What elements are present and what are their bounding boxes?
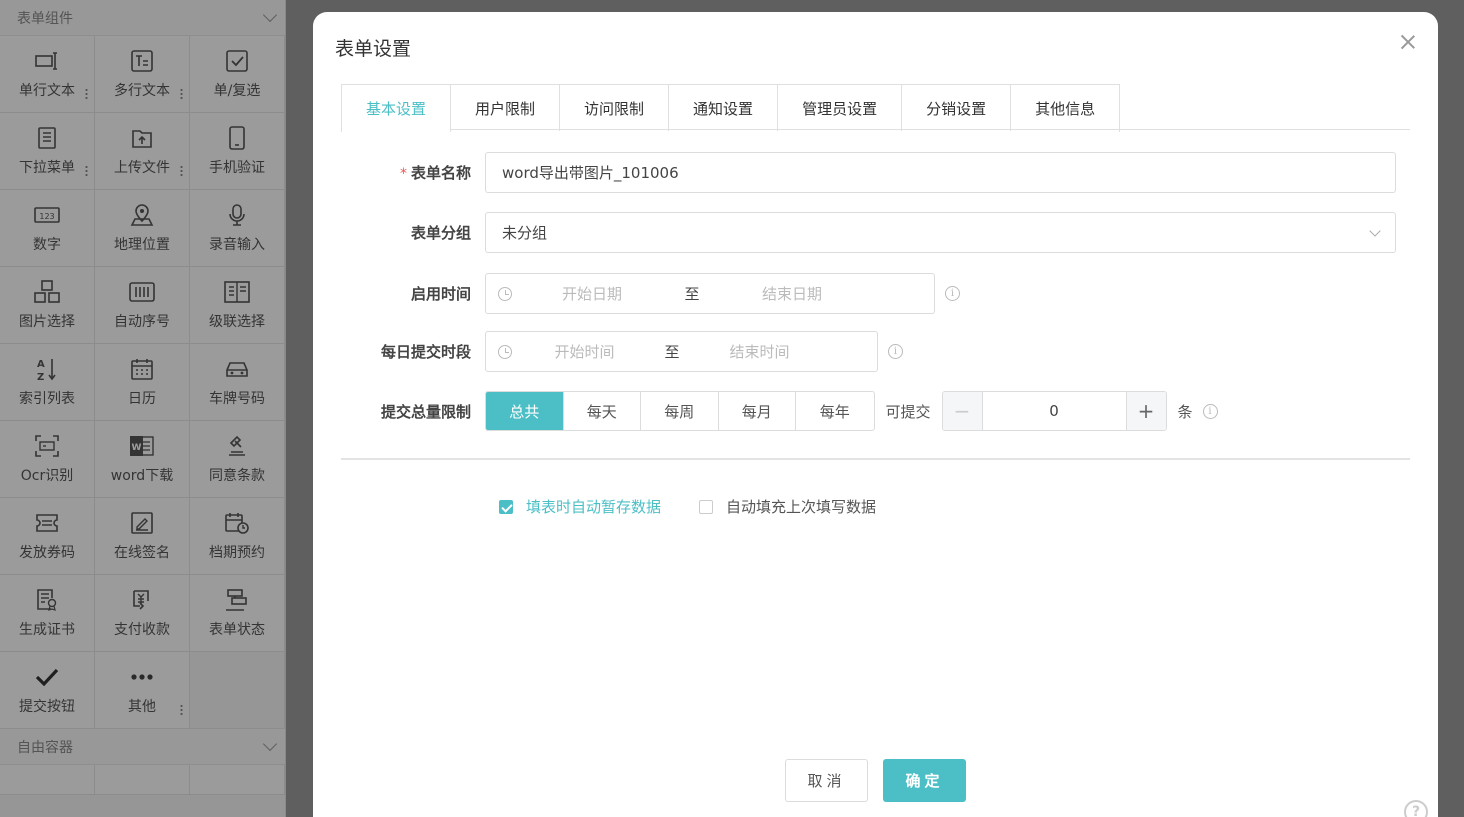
start-time-placeholder: 开始时间 — [554, 343, 615, 361]
limit-option-total[interactable]: 总共 — [486, 392, 564, 430]
help-icon[interactable]: ? — [1404, 800, 1428, 817]
form-name-row: * 表单名称 word导出带图片_101006 — [341, 152, 1396, 193]
tabs-divider — [341, 129, 1410, 130]
form-name-label: * 表单名称 — [399, 164, 471, 182]
form-group-value: 未分组 — [502, 224, 548, 242]
range-separator: 至 — [684, 285, 700, 303]
dialog-footer: 取消 确定 — [785, 759, 966, 802]
tab-distribution[interactable]: 分销设置 — [902, 85, 1012, 131]
minus-icon[interactable]: − — [942, 392, 983, 430]
limit-option-weekly[interactable]: 每周 — [641, 392, 719, 430]
enable-time-label: 启用时间 — [410, 285, 471, 303]
tab-basic[interactable]: 基本设置 — [342, 85, 452, 132]
enable-time-row: 启用时间 开始日期 至 结束日期 i — [341, 273, 960, 314]
tab-user-limit[interactable]: 用户限制 — [451, 85, 561, 131]
tab-notification[interactable]: 通知设置 — [669, 85, 779, 131]
chevron-down-icon — [1369, 224, 1381, 237]
limit-count-value[interactable]: 0 — [983, 392, 1126, 430]
section-divider — [341, 458, 1410, 460]
clock-icon — [498, 286, 512, 301]
confirm-button[interactable]: 确定 — [883, 759, 966, 802]
tab-other-info[interactable]: 其他信息 — [1011, 85, 1120, 131]
limit-count-stepper: − 0 + — [941, 391, 1167, 431]
form-group-label: 表单分组 — [410, 224, 471, 242]
dialog-title: 表单设置 — [335, 38, 412, 60]
limit-unit: 条 — [1177, 402, 1193, 421]
submit-limit-row: 提交总量限制 总共 每天 每周 每月 每年 可提交 − 0 + 条 i — [341, 391, 1218, 431]
end-time-placeholder: 结束时间 — [729, 343, 790, 361]
daily-period-label: 每日提交时段 — [380, 343, 471, 361]
start-date-placeholder: 开始日期 — [561, 285, 622, 303]
settings-tabs: 基本设置 用户限制 访问限制 通知设置 管理员设置 分销设置 其他信息 — [341, 84, 1121, 132]
plus-icon[interactable]: + — [1125, 392, 1166, 430]
form-settings-dialog: 表单设置 基本设置 用户限制 访问限制 通知设置 管理员设置 分销设置 其他信息… — [313, 12, 1438, 817]
limit-option-yearly[interactable]: 每年 — [796, 392, 874, 430]
tab-admin[interactable]: 管理员设置 — [778, 85, 903, 131]
limit-option-monthly[interactable]: 每月 — [719, 392, 796, 430]
info-icon[interactable]: i — [945, 286, 960, 301]
form-name-input[interactable]: word导出带图片_101006 — [485, 152, 1396, 193]
end-date-placeholder: 结束日期 — [761, 285, 822, 303]
form-group-select[interactable]: 未分组 — [485, 212, 1396, 253]
auto-options: 填表时自动暂存数据 自动填充上次填写数据 — [499, 496, 876, 517]
info-icon[interactable]: i — [1202, 403, 1218, 419]
auto-fill-label[interactable]: 自动填充上次填写数据 — [726, 496, 876, 517]
auto-fill-checkbox[interactable] — [699, 499, 714, 514]
can-submit-label: 可提交 — [885, 402, 931, 421]
clock-icon — [498, 344, 512, 359]
limit-period-selector: 总共 每天 每周 每月 每年 — [485, 391, 875, 431]
submit-limit-label: 提交总量限制 — [380, 402, 471, 421]
form-group-row: 表单分组 未分组 — [341, 212, 1396, 253]
cancel-button[interactable]: 取消 — [785, 759, 868, 802]
required-mark: * — [399, 166, 407, 182]
daily-time-range[interactable]: 开始时间 至 结束时间 — [485, 331, 878, 372]
auto-save-label[interactable]: 填表时自动暂存数据 — [526, 496, 661, 517]
auto-save-checkbox[interactable] — [499, 499, 513, 514]
limit-option-daily[interactable]: 每天 — [564, 392, 641, 430]
tab-access-limit[interactable]: 访问限制 — [560, 85, 670, 131]
daily-period-row: 每日提交时段 开始时间 至 结束时间 i — [341, 331, 903, 372]
range-separator: 至 — [664, 343, 680, 361]
form-name-value: word导出带图片_101006 — [502, 164, 679, 182]
enable-date-range[interactable]: 开始日期 至 结束日期 — [485, 273, 935, 314]
info-icon[interactable]: i — [888, 344, 903, 359]
close-icon[interactable] — [1400, 34, 1416, 50]
